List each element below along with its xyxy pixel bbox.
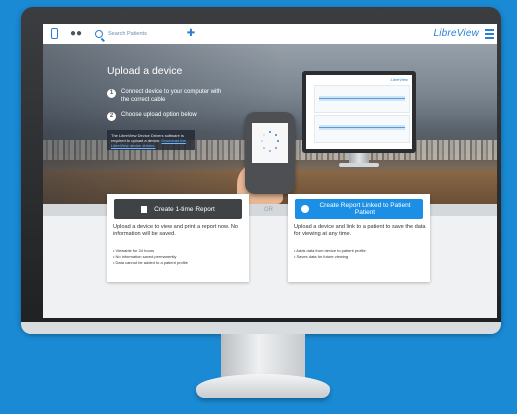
one-time-report-description: Upload a device to view and print a repo…: [113, 224, 238, 237]
step-1-text: Connect device to your computer with the…: [121, 89, 222, 103]
monitor-base: [196, 374, 330, 398]
driver-notice: The LibreView Device Drivers software is…: [107, 130, 195, 150]
illustration-reader-device: [245, 112, 295, 194]
patients-icon[interactable]: ●●: [69, 27, 83, 41]
monitor-stand: [221, 334, 305, 378]
search-bar[interactable]: [95, 28, 188, 40]
report-icon: [141, 205, 148, 213]
step-2: 2 Choose upload option below: [107, 112, 231, 121]
create-linked-report-label: Create Report Linked to Patient Patient: [319, 201, 411, 217]
search-input[interactable]: [108, 31, 188, 37]
illustration-chart-top: [314, 85, 410, 113]
illustration-monitor-screen: LibreView: [306, 75, 412, 149]
create-one-time-report-button[interactable]: Create 1-time Report: [114, 199, 242, 219]
list-item: Saves data for future viewing: [294, 254, 426, 260]
one-time-report-card: Create 1-time Report Upload a device to …: [107, 194, 249, 282]
app-screen: ●● ✚ LibreView Upload a device 1 Connect…: [43, 24, 497, 318]
step-1-number: 1: [107, 89, 116, 98]
search-icon[interactable]: [95, 30, 103, 38]
monitor-chin: [21, 322, 501, 334]
page-title: Upload a device: [107, 65, 183, 77]
device-upload-icon[interactable]: [47, 27, 61, 41]
reader-screen: [252, 123, 288, 163]
illustration-monitor: LibreView: [302, 71, 416, 153]
brand-logo[interactable]: LibreView: [433, 28, 479, 39]
linked-report-features: Adds data from device to patient profile…: [294, 248, 426, 260]
list-item: Data cannot be added to a patient profil…: [113, 260, 245, 266]
step-2-text: Choose upload option below: [121, 112, 197, 118]
illustration-monitor-base: [339, 163, 379, 167]
linked-report-card: Create Report Linked to Patient Patient …: [288, 194, 430, 282]
step-2-number: 2: [107, 112, 116, 121]
patient-icon: [301, 205, 309, 213]
linked-report-description: Upload a device and link to a patient to…: [294, 224, 426, 237]
or-separator: OR: [264, 207, 273, 213]
create-one-time-report-label: Create 1-time Report: [154, 205, 215, 213]
illustration-brand: LibreView: [390, 77, 409, 82]
upload-hero-banner: Upload a device 1 Connect device to your…: [43, 44, 497, 204]
top-navigation-bar: ●● ✚ LibreView: [43, 24, 497, 45]
one-time-report-features: Viewable for 24 hours No information sav…: [113, 248, 245, 266]
step-1: 1 Connect device to your computer with t…: [107, 89, 231, 104]
add-patient-icon[interactable]: ✚: [184, 27, 198, 41]
create-linked-report-button[interactable]: Create Report Linked to Patient Patient: [295, 199, 423, 219]
menu-icon[interactable]: [485, 29, 494, 39]
illustration-chart-bottom: [314, 115, 410, 143]
